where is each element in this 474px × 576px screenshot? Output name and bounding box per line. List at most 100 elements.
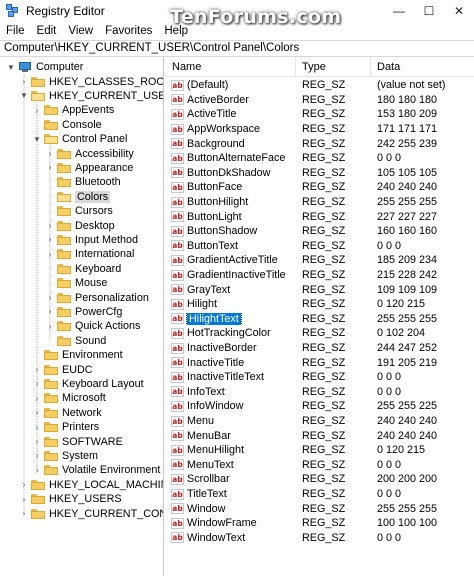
expand-chevron-icon[interactable]: › (32, 365, 42, 375)
tree-item-volatile-environment[interactable]: › Volatile Environment (32, 463, 161, 477)
expand-chevron-icon[interactable]: › (45, 293, 55, 303)
value-row-buttondkshadow[interactable]: ab ButtonDkShadow REG_SZ 105 105 105 (166, 166, 474, 181)
expand-chevron-icon[interactable]: › (45, 235, 55, 245)
value-row-buttonalternateface[interactable]: ab ButtonAlternateFace REG_SZ 0 0 0 (166, 151, 474, 166)
tree-item-personalization[interactable]: › Personalization (45, 290, 149, 304)
tree-item-bluetooth[interactable]: Bluetooth (45, 175, 121, 189)
menu-help[interactable]: Help (164, 25, 188, 37)
value-row-inactivetitle[interactable]: ab InactiveTitle REG_SZ 191 205 219 (166, 355, 474, 370)
expand-chevron-icon[interactable]: › (19, 480, 29, 490)
value-row-infotext[interactable]: ab InfoText REG_SZ 0 0 0 (166, 385, 474, 400)
value-row-appworkspace[interactable]: ab AppWorkspace REG_SZ 171 171 171 (166, 122, 474, 137)
value-row-inactiveborder[interactable]: ab InactiveBorder REG_SZ 244 247 252 (166, 341, 474, 356)
value-row-window[interactable]: ab Window REG_SZ 255 255 255 (166, 501, 474, 516)
tree-item-microsoft[interactable]: › Microsoft (32, 391, 106, 405)
expand-chevron-icon[interactable]: › (45, 149, 55, 159)
tree-item-hkey-current-config[interactable]: › HKEY_CURRENT_CONFIG (19, 506, 163, 520)
maximize-button[interactable]: ☐ (414, 0, 444, 22)
expand-chevron-icon[interactable]: › (32, 408, 42, 418)
value-row-buttonface[interactable]: ab ButtonFace REG_SZ 240 240 240 (166, 180, 474, 195)
expand-chevron-icon[interactable]: › (45, 221, 55, 231)
expand-chevron-icon[interactable]: › (32, 451, 42, 461)
tree-item-control-panel[interactable]: ▼ Control Panel (32, 132, 127, 146)
tree-item-software[interactable]: › SOFTWARE (32, 434, 123, 448)
close-button[interactable]: ✕ (444, 0, 474, 22)
expand-chevron-icon[interactable]: › (32, 379, 42, 389)
value-row-scrollbar[interactable]: ab Scrollbar REG_SZ 200 200 200 (166, 472, 474, 487)
menu-file[interactable]: File (6, 25, 25, 37)
expand-chevron-icon[interactable]: › (19, 77, 29, 87)
tree-item-keyboard[interactable]: Keyboard (45, 262, 121, 276)
expand-chevron-icon[interactable]: › (45, 249, 55, 259)
value-row-menutext[interactable]: ab MenuText REG_SZ 0 0 0 (166, 458, 474, 473)
tree-item-hkey-classes-root[interactable]: › HKEY_CLASSES_ROOT (19, 74, 163, 88)
expand-chevron-icon[interactable]: › (19, 494, 29, 504)
tree-item-powercfg[interactable]: › PowerCfg (45, 305, 123, 319)
tree-item-computer[interactable]: ▼ Computer (6, 60, 83, 74)
menu-favorites[interactable]: Favorites (105, 25, 152, 37)
column-header-data[interactable]: Data (371, 57, 474, 76)
tree-item-colors[interactable]: Colors (45, 190, 111, 204)
value-row-windowtext[interactable]: ab WindowText REG_SZ 0 0 0 (166, 531, 474, 546)
expand-chevron-icon[interactable]: ▼ (19, 91, 29, 101)
tree-item-keyboard-layout[interactable]: › Keyboard Layout (32, 377, 144, 391)
value-row-infowindow[interactable]: ab InfoWindow REG_SZ 255 255 225 (166, 399, 474, 414)
column-header-type[interactable]: Type (296, 57, 371, 76)
tree-item-system[interactable]: › System (32, 449, 98, 463)
menu-view[interactable]: View (68, 25, 93, 37)
tree-item-network[interactable]: › Network (32, 406, 102, 420)
expand-chevron-icon[interactable]: › (32, 393, 42, 403)
tree-item-quick-actions[interactable]: › Quick Actions (45, 319, 141, 333)
tree-item-international[interactable]: › International (45, 247, 135, 261)
value-row-background[interactable]: ab Background REG_SZ 242 255 239 (166, 136, 474, 151)
tree-item-desktop[interactable]: › Desktop (45, 218, 115, 232)
tree-item-hkey-current-user[interactable]: ▼ HKEY_CURRENT_USER (19, 89, 163, 103)
tree-item-appearance[interactable]: › Appearance (45, 161, 134, 175)
column-header-name[interactable]: Name (166, 57, 296, 76)
value-row-default[interactable]: ab (Default) REG_SZ (value not set) (166, 78, 474, 93)
value-row-buttonshadow[interactable]: ab ButtonShadow REG_SZ 160 160 160 (166, 224, 474, 239)
expand-chevron-icon[interactable]: › (32, 105, 42, 115)
value-row-activeborder[interactable]: ab ActiveBorder REG_SZ 180 180 180 (166, 93, 474, 108)
expand-chevron-icon[interactable]: › (32, 422, 42, 432)
value-row-gradientactivetitle[interactable]: ab GradientActiveTitle REG_SZ 185 209 234 (166, 253, 474, 268)
tree-item-cursors[interactable]: Cursors (45, 204, 113, 218)
value-row-gradientinactivetitle[interactable]: ab GradientInactiveTitle REG_SZ 215 228 242 (166, 268, 474, 283)
value-row-inactivetitletext[interactable]: ab InactiveTitleText REG_SZ 0 0 0 (166, 370, 474, 385)
expand-chevron-icon[interactable]: › (19, 509, 29, 519)
value-row-titletext[interactable]: ab TitleText REG_SZ 0 0 0 (166, 487, 474, 502)
tree-item-sound[interactable]: Sound (45, 334, 106, 348)
menu-edit[interactable]: Edit (37, 25, 57, 37)
value-row-graytext[interactable]: ab GrayText REG_SZ 109 109 109 (166, 282, 474, 297)
value-row-buttonhilight[interactable]: ab ButtonHilight REG_SZ 255 255 255 (166, 195, 474, 210)
value-row-hilighttext[interactable]: ab HilightText REG_SZ 255 255 255 (166, 312, 474, 327)
value-row-menu[interactable]: ab Menu REG_SZ 240 240 240 (166, 414, 474, 429)
tree-item-appevents[interactable]: › AppEvents (32, 103, 115, 117)
tree-item-accessibility[interactable]: › Accessibility (45, 146, 134, 160)
value-row-hottrackingcolor[interactable]: ab HotTrackingColor REG_SZ 0 102 204 (166, 326, 474, 341)
value-row-menubar[interactable]: ab MenuBar REG_SZ 240 240 240 (166, 428, 474, 443)
expand-chevron-icon[interactable]: › (32, 437, 42, 447)
tree-item-mouse[interactable]: Mouse (45, 276, 107, 290)
expand-chevron-icon[interactable]: ▼ (6, 62, 16, 72)
tree-item-eudc[interactable]: › EUDC (32, 362, 93, 376)
tree-item-input-method[interactable]: › Input Method (45, 233, 138, 247)
values-list[interactable]: Name Type Data ab (Default) REG_SZ (value n… (166, 57, 474, 576)
address-bar[interactable]: Computer\HKEY_CURRENT_USER\Control Panel… (0, 40, 474, 57)
expand-chevron-icon[interactable]: ▼ (32, 134, 42, 144)
tree-item-hkey-local-machine[interactable]: › HKEY_LOCAL_MACHINE (19, 478, 163, 492)
expand-chevron-icon[interactable]: › (32, 465, 42, 475)
value-row-hilight[interactable]: ab Hilight REG_SZ 0 120 215 (166, 297, 474, 312)
minimize-button[interactable]: — (384, 0, 414, 22)
value-row-activetitle[interactable]: ab ActiveTitle REG_SZ 153 180 209 (166, 107, 474, 122)
tree-item-printers[interactable]: › Printers (32, 420, 100, 434)
tree-item-hkey-users[interactable]: › HKEY_USERS (19, 492, 122, 506)
value-row-menuhilight[interactable]: ab MenuHilight REG_SZ 0 120 215 (166, 443, 474, 458)
value-row-buttontext[interactable]: ab ButtonText REG_SZ 0 0 0 (166, 239, 474, 254)
registry-tree[interactable]: ▼ Computer › HKEY_CLASSES_ROOT ▼ HKEY_CURRENT… (0, 57, 164, 576)
expand-chevron-icon[interactable]: › (45, 163, 55, 173)
expand-chevron-icon[interactable]: › (45, 307, 55, 317)
expand-chevron-icon[interactable]: › (45, 321, 55, 331)
value-row-windowframe[interactable]: ab WindowFrame REG_SZ 100 100 100 (166, 516, 474, 531)
value-row-buttonlight[interactable]: ab ButtonLight REG_SZ 227 227 227 (166, 209, 474, 224)
